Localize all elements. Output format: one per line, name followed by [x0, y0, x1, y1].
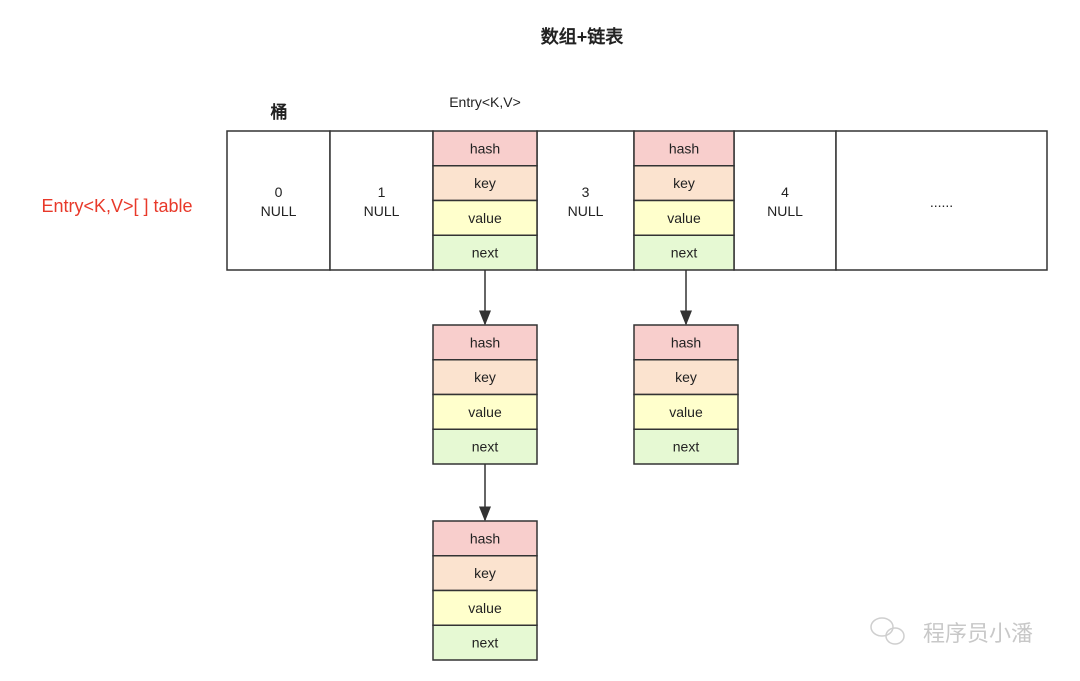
bucket-value: NULL	[364, 203, 400, 219]
field-label-next: next	[472, 439, 499, 455]
field-label-key: key	[474, 175, 496, 191]
bucket-value: NULL	[261, 203, 297, 219]
field-label-next: next	[472, 245, 499, 261]
bucket-label: 桶	[271, 102, 288, 122]
bucket-entry: hash key value next	[432, 130, 538, 271]
wechat-icon	[870, 617, 905, 645]
field-label-key: key	[474, 565, 496, 581]
bucket-cell: 0 NULL	[226, 130, 331, 271]
hashmap-diagram: 数组+链表 桶 Entry<K,V> Entry<K,V>[ ] table 程…	[41, 26, 1048, 661]
diagram-title: 数组+链表	[541, 26, 625, 47]
field-label-hash: hash	[669, 140, 699, 156]
chain-entry: hash key value next	[432, 324, 538, 465]
field-label-key: key	[675, 369, 697, 385]
diagram: 数组+链表 桶 Entry<K,V> Entry<K,V>[ ] table 程…	[0, 0, 1080, 681]
bucket-value: NULL	[568, 203, 604, 219]
bucket-index: 1	[378, 184, 386, 200]
bucket-cell: 3 NULL	[536, 130, 635, 271]
bucket-cell: ......	[835, 130, 1048, 271]
bucket-value: NULL	[767, 203, 803, 219]
field-label-value: value	[468, 210, 502, 226]
field-label-value: value	[468, 600, 502, 616]
field-label-hash: hash	[470, 334, 500, 350]
field-label-hash: hash	[470, 140, 500, 156]
field-label-key: key	[673, 175, 695, 191]
field-label-next: next	[472, 635, 499, 651]
bucket-ellipsis: ......	[930, 194, 953, 210]
bucket-entry: hash key value next	[633, 130, 735, 271]
field-label-hash: hash	[470, 530, 500, 546]
bucket-index: 0	[275, 184, 283, 200]
field-label-key: key	[474, 369, 496, 385]
entry-label: Entry<K,V>	[449, 94, 521, 110]
field-label-hash: hash	[671, 334, 701, 350]
field-label-value: value	[669, 404, 703, 420]
bucket-index: 4	[781, 184, 789, 200]
watermark: 程序员小潘	[923, 621, 1033, 646]
chain-entry: hash key value next	[432, 520, 538, 661]
field-label-next: next	[673, 439, 700, 455]
field-label-next: next	[671, 245, 698, 261]
chain-entry: hash key value next	[633, 324, 739, 465]
bucket-index: 3	[582, 184, 590, 200]
field-label-value: value	[468, 404, 502, 420]
bucket-cell: 1 NULL	[329, 130, 434, 271]
bucket-cell: 4 NULL	[733, 130, 837, 271]
table-label: Entry<K,V>[ ] table	[41, 196, 192, 216]
field-label-value: value	[667, 210, 701, 226]
